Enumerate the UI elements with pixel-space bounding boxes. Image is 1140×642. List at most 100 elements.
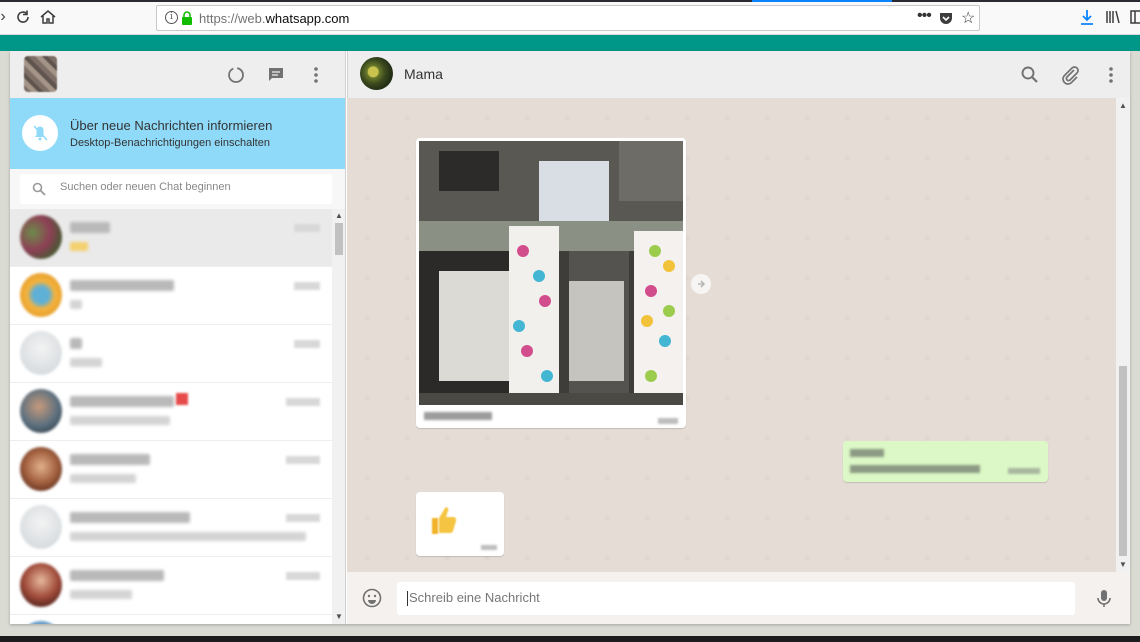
list-item[interactable] (10, 209, 332, 267)
sidebar-toggle-icon[interactable] (1130, 9, 1140, 30)
url-prefix: https://web. (199, 11, 266, 26)
scrollbar-thumb[interactable] (335, 223, 343, 255)
conversation-header: Mama (347, 51, 1130, 98)
outgoing-message[interactable] (843, 441, 1048, 482)
conversation-scrollbar[interactable]: ▲ ▼ (1116, 98, 1130, 572)
notification-title: Über neue Nachrichten informieren (70, 118, 273, 133)
scroll-up-icon[interactable]: ▲ (335, 211, 343, 220)
chat-preview (70, 300, 82, 309)
message-area (347, 98, 1116, 572)
chat-preview (70, 474, 136, 483)
scroll-up-icon[interactable]: ▲ (1119, 101, 1127, 110)
contact-name[interactable]: Mama (404, 66, 443, 82)
avatar[interactable] (360, 57, 393, 90)
chat-preview (70, 242, 88, 251)
chat-preview (70, 590, 132, 599)
avatar (20, 447, 62, 491)
home-icon[interactable] (39, 8, 57, 26)
message-photo[interactable] (419, 141, 683, 405)
sidebar-scrollbar[interactable]: ▲ ▼ (332, 209, 345, 624)
whatsapp-web-app: Über neue Nachrichten informieren Deskto… (10, 51, 1130, 624)
list-item[interactable] (10, 441, 332, 499)
forward-icon[interactable] (691, 274, 711, 294)
chat-time (286, 514, 320, 522)
search-bar (10, 169, 345, 209)
avatar (20, 389, 62, 433)
window-bottom-edge (0, 636, 1140, 642)
reload-icon[interactable] (14, 8, 32, 26)
lock-icon[interactable] (181, 10, 193, 26)
chat-name (70, 454, 150, 465)
list-item[interactable] (10, 267, 332, 325)
app-top-band (0, 35, 1140, 51)
forward-icon[interactable]: › (0, 8, 12, 26)
chat-list (10, 209, 332, 624)
chat-preview (70, 416, 170, 425)
page-actions-icon[interactable]: ••• (917, 7, 932, 25)
notification-banner[interactable]: Über neue Nachrichten informieren Deskto… (10, 98, 345, 169)
search-icon[interactable] (1019, 64, 1041, 86)
downloads-icon[interactable] (1080, 9, 1094, 30)
bookmark-star-icon[interactable]: ☆ (961, 8, 975, 28)
new-chat-icon[interactable] (265, 64, 287, 86)
search-input[interactable] (60, 181, 320, 193)
menu-icon[interactable] (305, 64, 327, 86)
address-bar[interactable]: i https://web.whatsapp.com ••• ☆ (156, 5, 980, 31)
chat-time (294, 224, 320, 232)
chat-time (286, 398, 320, 406)
chat-time (286, 572, 320, 580)
chat-time (294, 282, 320, 290)
chat-name (70, 222, 110, 233)
site-info-icon[interactable]: i (165, 11, 178, 24)
emoji-icon[interactable] (361, 587, 383, 609)
list-item[interactable] (10, 499, 332, 557)
chat-preview (70, 532, 306, 541)
library-icon[interactable] (1105, 9, 1121, 30)
chat-name (70, 512, 190, 523)
search-icon (32, 182, 46, 196)
bell-off-icon (22, 115, 58, 151)
message-input-box[interactable] (397, 582, 1075, 615)
attach-icon[interactable] (1059, 64, 1081, 86)
message-caption (424, 412, 492, 420)
message-text (850, 449, 884, 457)
status-icon[interactable] (225, 64, 247, 86)
chat-name (70, 570, 164, 581)
avatar[interactable] (24, 56, 57, 92)
list-item[interactable] (10, 615, 332, 624)
tab-strip (0, 0, 1140, 2)
message-input[interactable] (409, 590, 1049, 605)
chat-name (70, 396, 174, 407)
avatar (20, 563, 62, 607)
chat-preview (70, 358, 102, 367)
list-item[interactable] (10, 557, 332, 615)
search-box[interactable] (20, 174, 332, 204)
chat-name (70, 338, 82, 349)
chat-time (294, 340, 320, 348)
scroll-down-icon[interactable]: ▼ (1119, 560, 1127, 569)
chat-sidebar: Über neue Nachrichten informieren Deskto… (10, 51, 346, 624)
unread-badge (176, 393, 188, 405)
list-item[interactable] (10, 383, 332, 441)
menu-icon[interactable] (1100, 64, 1122, 86)
text-cursor (407, 591, 408, 606)
browser-toolbar: › i https://web.whatsapp.com ••• ☆ (0, 0, 1140, 35)
notification-subtitle[interactable]: Desktop-Benachrichtigungen einschalten (70, 137, 270, 149)
thumbs-up-icon (424, 500, 464, 550)
scroll-down-icon[interactable]: ▼ (335, 612, 343, 621)
microphone-icon[interactable] (1093, 587, 1115, 609)
avatar (20, 215, 62, 259)
sidebar-header (10, 51, 345, 98)
message-time (658, 418, 678, 424)
sticker-message[interactable] (416, 492, 504, 556)
url-domain: whatsapp.com (265, 11, 350, 26)
list-item[interactable] (10, 325, 332, 383)
pocket-icon[interactable] (939, 11, 953, 25)
url-text[interactable]: https://web.whatsapp.com (199, 11, 349, 26)
avatar (20, 505, 62, 549)
compose-bar (347, 572, 1130, 624)
scrollbar-thumb[interactable] (1119, 366, 1127, 556)
avatar (20, 273, 62, 317)
message-time (1008, 468, 1040, 474)
image-message[interactable] (416, 138, 686, 428)
